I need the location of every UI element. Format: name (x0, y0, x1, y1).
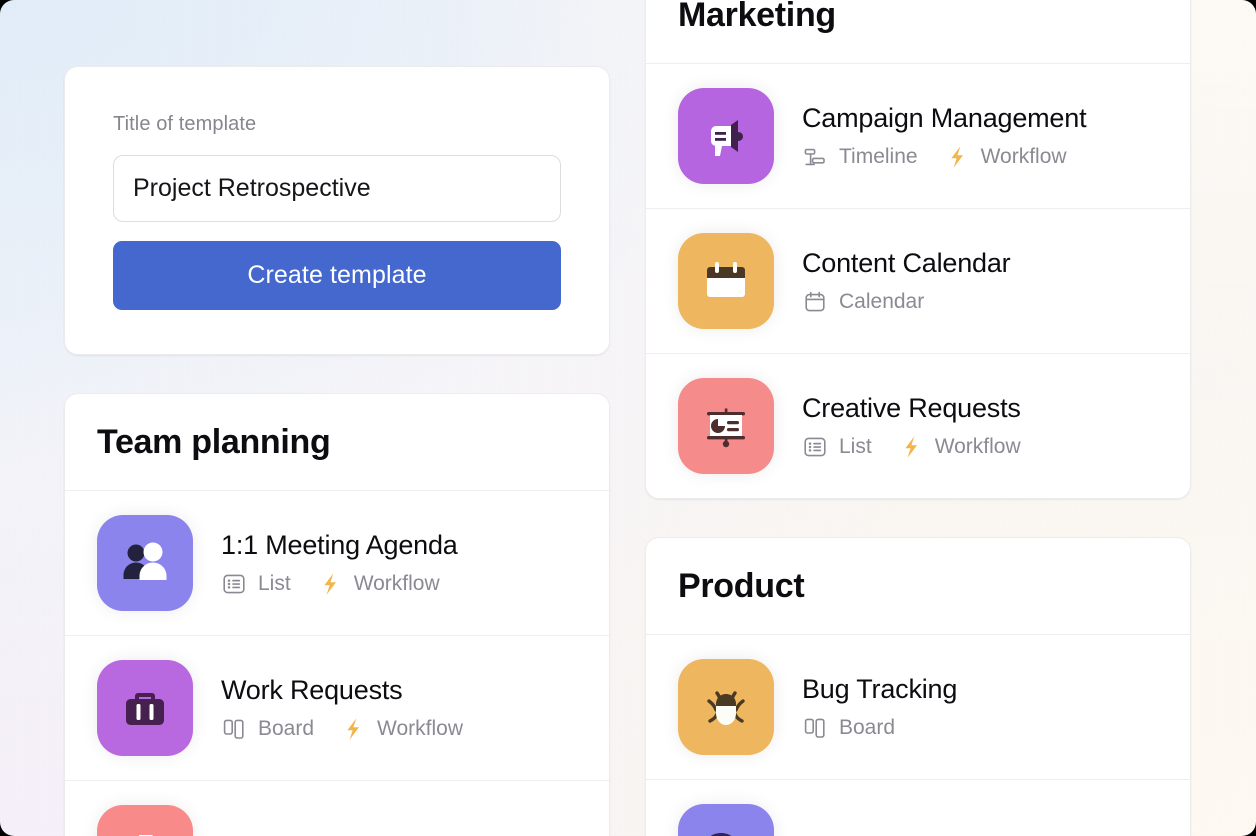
template-meta: Calendar (802, 289, 1010, 315)
chat-bubbles-icon (678, 804, 774, 836)
template-row[interactable]: 1:1 Meeting Agenda List Workflow (65, 490, 609, 635)
meta-chip: Workflow (317, 571, 440, 597)
meta-chip: Timeline (802, 144, 918, 170)
list-view-icon (221, 571, 247, 597)
template-name: Bug Tracking (802, 673, 958, 704)
template-body: Bug Tracking Board (802, 674, 957, 741)
meta-label: Board (258, 716, 315, 740)
meta-label: Timeline (839, 144, 918, 168)
template-meta: List Workflow (221, 571, 458, 597)
template-row[interactable]: Campaign Management Timeline Workflow (646, 63, 1190, 208)
meta-label: Workflow (934, 434, 1021, 458)
group-title: Product (678, 567, 805, 605)
meta-chip: Board (802, 715, 895, 741)
left-column: Title of template Create template Team p… (64, 66, 610, 836)
meta-label: List (258, 571, 291, 595)
meta-chip: Workflow (898, 434, 1021, 460)
lightning-bolt-icon (944, 144, 970, 170)
template-meta: Board Workflow (221, 716, 463, 742)
template-body: 1:1 Meeting Agenda List Workflow (221, 530, 458, 597)
mountain-flag-icon (97, 805, 193, 836)
timeline-view-icon (802, 144, 828, 170)
template-name: Creative Requests (802, 392, 1021, 423)
meta-chip: List (802, 434, 872, 460)
briefcase-icon (97, 660, 193, 756)
meta-label: Workflow (377, 716, 464, 740)
template-body: Content Calendar Calendar (802, 247, 1011, 315)
template-body: Campaign Management Timeline Workflow (802, 102, 1087, 170)
template-body: Creative Requests List Workflow (802, 393, 1021, 460)
meta-chip: Workflow (340, 716, 463, 742)
group-card-product: Product Bug Tracking Board Customer Feed… (645, 537, 1191, 836)
lightning-bolt-icon (898, 434, 924, 460)
template-meta: List Workflow (802, 434, 1021, 460)
group-title: Marketing (678, 0, 836, 34)
template-title-input[interactable] (113, 155, 561, 222)
meta-label: Calendar (839, 289, 925, 313)
template-row[interactable]: Bug Tracking Board (646, 634, 1190, 779)
calendar-icon (678, 233, 774, 329)
template-meta: Timeline Workflow (802, 144, 1086, 170)
group-card-team-planning: Team planning 1:1 Meeting Agenda List Wo… (64, 393, 610, 836)
lightning-bolt-icon (317, 571, 343, 597)
board-view-icon (802, 715, 828, 741)
create-template-button[interactable]: Create template (113, 241, 561, 310)
template-row[interactable]: Creative Requests List Workflow (646, 353, 1190, 498)
meta-chip: Calendar (802, 289, 924, 315)
template-meta: Board (802, 715, 957, 741)
bug-icon (678, 659, 774, 755)
template-name: 1:1 Meeting Agenda (221, 529, 458, 560)
calendar-view-icon (802, 289, 828, 315)
template-row[interactable]: Work Requests Board Workflow (65, 635, 609, 780)
people-icon (97, 515, 193, 611)
presentation-icon (678, 378, 774, 474)
meta-chip: List (221, 571, 291, 597)
template-name: Content Calendar (802, 247, 1011, 278)
board-view-icon (221, 716, 247, 742)
app-window: Title of template Create template Team p… (0, 0, 1256, 836)
meta-label: Board (839, 715, 896, 739)
group-title: Team planning (97, 423, 331, 461)
lightning-bolt-icon (340, 716, 366, 742)
megaphone-icon (678, 88, 774, 184)
right-group-list: Marketing Campaign Management Timeline W… (645, 0, 1191, 836)
title-field-label: Title of template (113, 113, 257, 135)
meta-chip: Workflow (944, 144, 1067, 170)
meta-chip: Board (221, 716, 314, 742)
group-card-marketing: Marketing Campaign Management Timeline W… (645, 0, 1191, 499)
meta-label: List (839, 434, 872, 458)
template-name: Campaign Management (802, 102, 1087, 133)
create-template-panel: Title of template Create template (64, 66, 610, 355)
meta-label: Workflow (980, 144, 1067, 168)
template-row[interactable]: Goals Workflow (65, 780, 609, 836)
left-group-list: Team planning 1:1 Meeting Agenda List Wo… (64, 393, 610, 836)
template-row[interactable]: Content Calendar Calendar (646, 208, 1190, 353)
right-column: Marketing Campaign Management Timeline W… (645, 0, 1191, 836)
template-body: Work Requests Board Workflow (221, 675, 463, 742)
template-row[interactable]: Customer Feedback (646, 779, 1190, 836)
meta-label: Workflow (353, 571, 440, 595)
template-name: Work Requests (221, 674, 403, 705)
list-view-icon (802, 434, 828, 460)
